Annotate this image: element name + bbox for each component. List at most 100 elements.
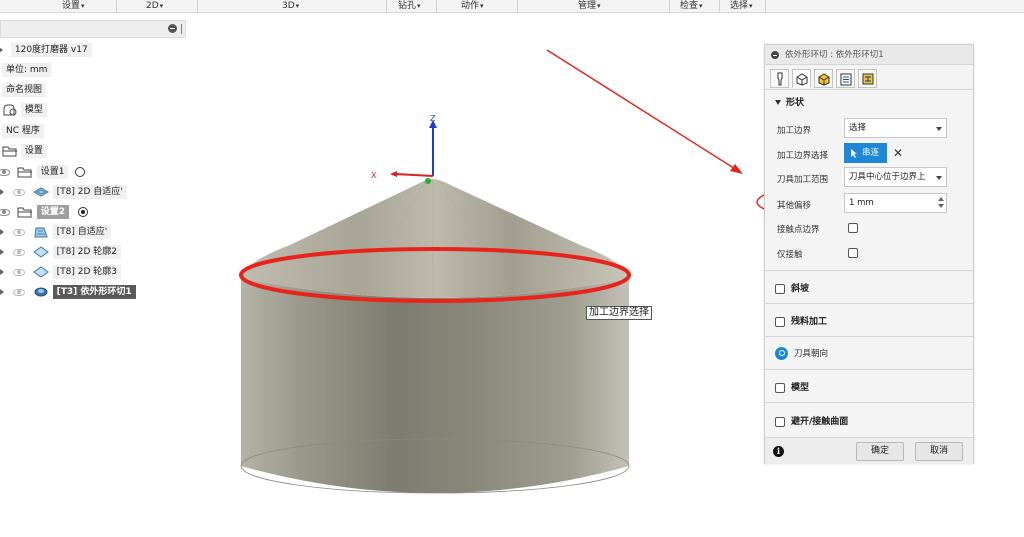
eye-icon[interactable] [12, 249, 25, 256]
tree-op-2d-adaptive[interactable]: [T8] 2D 自适应' [0, 184, 127, 200]
contact-only-label: 仅接触 [777, 250, 803, 260]
menu-3d[interactable]: 3D▾ [282, 0, 299, 13]
tab-geometry[interactable] [792, 69, 811, 88]
tree-named-views[interactable]: 命名视图 [2, 82, 47, 98]
tool-containment-label: 刀具加工范围 [777, 175, 829, 185]
chevron-down-icon [936, 127, 942, 131]
tree-setup1[interactable]: 设置1 [0, 164, 86, 180]
additional-offset-input[interactable]: 1 mm [844, 193, 947, 213]
slope-section-header[interactable]: 斜坡 [775, 281, 809, 294]
tab-heights[interactable] [814, 69, 833, 88]
collapse-icon[interactable] [168, 24, 177, 33]
tree-op-contour-parallel[interactable]: [T3] 依外形环切1 [0, 284, 136, 300]
menu-setup[interactable]: 设置▾ [62, 0, 85, 13]
cancel-button[interactable]: 取消 [915, 442, 963, 461]
cursor-arrow-icon [851, 149, 857, 158]
tool-orientation-icon [775, 347, 788, 360]
menu-manage[interactable]: 管理▾ [578, 0, 601, 13]
annotation-ring [239, 247, 631, 303]
3d-adaptive-op-icon [34, 227, 48, 238]
setup-status-icon [75, 167, 86, 177]
active-setup-icon [77, 207, 88, 217]
cone-top [241, 179, 629, 298]
menu-drilling[interactable]: 钻孔▾ [398, 0, 421, 13]
clear-selection-icon[interactable]: ✕ [893, 147, 903, 159]
tab-tool[interactable] [770, 69, 789, 88]
avoid-touch-surfaces-checkbox[interactable] [775, 416, 785, 427]
folder-icon [2, 146, 17, 157]
geometry-icon [796, 73, 808, 86]
collapse-icon[interactable] [771, 51, 779, 59]
model-checkbox[interactable] [775, 382, 785, 393]
folder-icon [17, 207, 32, 218]
boundary-selection-label: 加工边界选择 [777, 151, 829, 161]
rest-machining-section-header[interactable]: 残料加工 [775, 314, 827, 327]
tree-setups[interactable]: 设置 [2, 143, 47, 159]
eye-icon[interactable] [12, 229, 25, 236]
eye-icon[interactable] [12, 189, 25, 196]
contour-op-icon [32, 246, 49, 258]
annotation-arrow [546, 49, 741, 173]
tab-linking[interactable] [858, 69, 877, 88]
tree-root[interactable]: 120度打磨器 v17 [0, 42, 92, 58]
model-section-header[interactable]: 模型 [775, 380, 809, 393]
contact-only-checkbox[interactable] [848, 248, 858, 258]
menu-select[interactable]: 选择▾ [730, 0, 753, 13]
contour-parallel-op-icon [34, 287, 48, 297]
machining-boundary-select[interactable]: 选择 [844, 118, 947, 138]
tree-op-adaptive[interactable]: [T8] 自适应' [0, 224, 112, 240]
tree-op-2d-contour2[interactable]: [T8] 2D 轮廓2 [0, 244, 121, 260]
tool-containment-select[interactable]: 刀具中心位于边界上 [844, 167, 947, 187]
menu-bar: 设置▾ 2D▾ 3D▾ 钻孔▾ 动作▾ 管理▾ 检查▾ 选择▾ [0, 0, 1024, 13]
eye-icon[interactable] [0, 209, 10, 216]
eye-icon[interactable] [12, 289, 25, 296]
spinner-icon[interactable] [938, 197, 944, 208]
tree-root-label: 120度打磨器 v17 [10, 43, 92, 57]
menu-2d[interactable]: 2D▾ [146, 0, 163, 13]
contact-point-boundary-label: 接触点边界 [777, 225, 820, 235]
tree-op-2d-contour3[interactable]: [T8] 2D 轮廓3 [0, 264, 121, 280]
tree-model[interactable]: 模型 [2, 102, 47, 118]
selection-tooltip: 加工边界选择 [586, 306, 652, 320]
ok-button[interactable]: 确定 [856, 442, 904, 461]
dialog-title: 依外形环切 : 依外形环切1 [765, 45, 973, 65]
dialog-tabs [765, 66, 973, 90]
rest-machining-checkbox[interactable] [775, 316, 785, 327]
x-axis-line [394, 173, 434, 177]
additional-offset-label: 其他偏移 [777, 201, 812, 211]
tab-passes[interactable] [836, 69, 855, 88]
cylinder-bottom-edge [240, 438, 630, 494]
dialog-footer: i 确定 取消 [765, 437, 973, 464]
body-icon [3, 104, 17, 116]
menu-actions[interactable]: 动作▾ [461, 0, 484, 13]
app-window: 设置▾ 2D▾ 3D▾ 钻孔▾ 动作▾ 管理▾ 检查▾ 选择▾ 120度打磨器 … [0, 0, 1024, 537]
tool-orientation-section[interactable]: 刀具朝向 [775, 347, 828, 360]
folder-icon [17, 167, 32, 178]
axis-label-z: Z [430, 114, 436, 123]
info-icon[interactable]: i [773, 446, 784, 457]
chevron-down-icon [936, 176, 942, 180]
slope-checkbox[interactable] [775, 283, 785, 294]
axis-label-x: X [371, 171, 377, 180]
tree-units[interactable]: 单位: mm [2, 62, 52, 78]
pin-icon[interactable] [181, 24, 183, 34]
section-shape-header[interactable]: 形状 [765, 92, 973, 114]
contour-op-icon [32, 266, 49, 278]
tree-setup2[interactable]: 设置2 [0, 204, 88, 220]
eye-icon[interactable] [12, 269, 25, 276]
eye-icon[interactable] [0, 169, 10, 176]
tree-nc-programs[interactable]: NC 程序 [2, 123, 44, 139]
avoid-touch-surfaces-section-header[interactable]: 避开/接触曲面 [775, 414, 848, 427]
chain-select-button[interactable]: 串连 [844, 143, 887, 163]
linking-icon [862, 73, 874, 85]
machining-boundary-label: 加工边界 [777, 126, 812, 136]
contour-parallel-dialog: 依外形环切 : 依外形环切1 形状 加工边界 选择 加工边界选择 串连 ✕ 刀具… [764, 44, 974, 464]
chevron-down-icon [775, 100, 781, 105]
contact-point-boundary-checkbox[interactable] [848, 223, 858, 233]
heights-icon [818, 73, 830, 86]
menu-inspect[interactable]: 检查▾ [680, 0, 703, 13]
tool-icon [777, 72, 783, 86]
adaptive-op-icon [32, 187, 49, 197]
cylinder-body [241, 278, 629, 493]
passes-icon [840, 73, 852, 86]
